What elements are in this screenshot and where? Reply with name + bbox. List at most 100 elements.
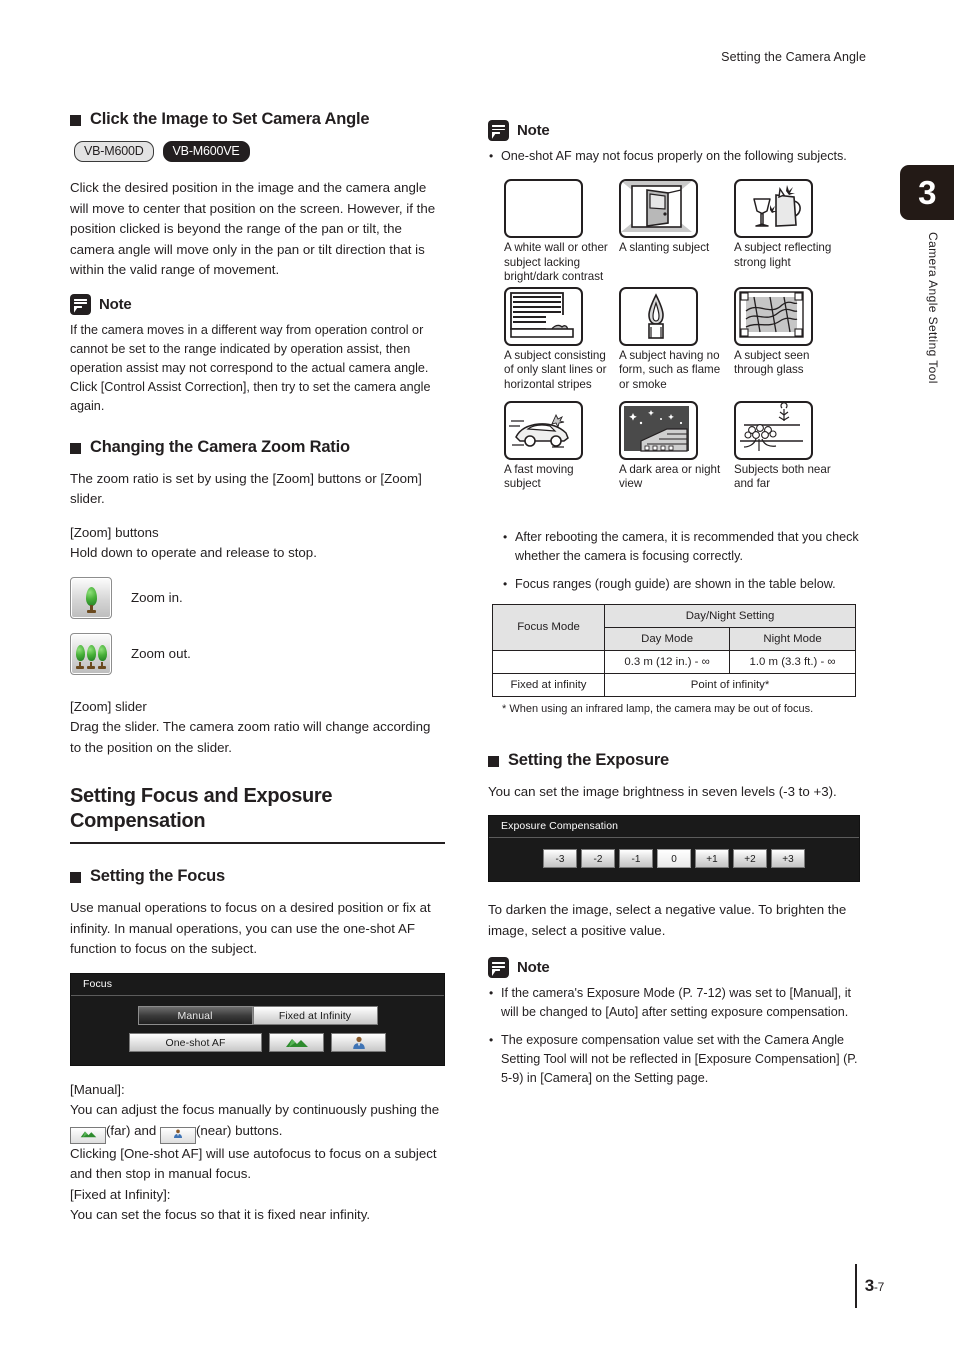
manual-explain-post: (near) buttons. xyxy=(195,1122,283,1138)
one-shot-af-explain: Clicking [One-shot AF] will use autofocu… xyxy=(70,1145,437,1182)
table-cell-day-range: 0.3 m (12 in.) - ∞ xyxy=(604,649,731,674)
zoom-slider-text: Drag the slider. The camera zoom ratio w… xyxy=(70,719,431,755)
zoom-in-label: Zoom in. xyxy=(131,590,183,606)
exposure-level-minus3[interactable]: -3 xyxy=(543,849,577,869)
sample-subject-grid: A white wall or other subject lacking br… xyxy=(504,179,863,492)
heading-text: Setting the Focus xyxy=(90,867,226,886)
through-glass-icon xyxy=(734,286,813,346)
exposure-level-plus2[interactable]: +2 xyxy=(733,849,767,869)
focus-far-button[interactable] xyxy=(269,1032,324,1052)
model-badges: VB-M600D VB-M600VE xyxy=(74,141,445,163)
sample-item: A subject having no form, such as flame … xyxy=(619,286,726,393)
zoom-out-label: Zoom out. xyxy=(131,646,191,662)
sample-caption: A slanting subject xyxy=(619,241,710,254)
focus-fixed-infinity-button[interactable]: Fixed at Infinity xyxy=(252,1005,378,1025)
exposure-panel: Exposure Compensation -3 -2 -1 0 +1 +2 +… xyxy=(488,815,860,883)
chapter-thumb-tab: 3 xyxy=(900,165,954,220)
exposure-level-plus1[interactable]: +1 xyxy=(695,849,729,869)
note-icon xyxy=(488,120,509,141)
table-cell-night-range: 1.0 m (3.3 ft.) - ∞ xyxy=(729,649,856,674)
sample-item: A slanting subject xyxy=(619,179,726,285)
focus-range-table: Focus Mode Day/Night Setting Day Mode Ni… xyxy=(491,603,856,697)
zoom-in-row: Zoom in. xyxy=(70,576,445,619)
page-section-title: Setting Focus and Exposure Compensation xyxy=(70,785,333,832)
slanting-door-icon xyxy=(619,179,698,238)
horizontal-stripes-icon xyxy=(504,286,583,346)
page-number-chapter: 3 xyxy=(864,1276,874,1295)
focus-panel-title: Focus xyxy=(71,974,444,996)
square-bullet-icon xyxy=(70,442,81,454)
exposure-level-zero[interactable]: 0 xyxy=(657,849,691,869)
inline-near-button-icon xyxy=(159,1126,196,1144)
manual-explain-pre: You can adjust the focus manually by con… xyxy=(70,1102,440,1118)
near-and-far-icon xyxy=(734,400,813,460)
flame-icon xyxy=(619,286,698,346)
table-row: 0.3 m (12 in.) - ∞ 1.0 m (3.3 ft.) - ∞ xyxy=(491,649,856,674)
exposure-level-plus3[interactable]: +3 xyxy=(771,849,805,869)
fixed-infinity-explain: You can set the focus so that it is fixe… xyxy=(70,1207,371,1223)
sample-caption: A fast moving subject xyxy=(504,462,574,491)
exposure-levels-row: -3 -2 -1 0 +1 +2 +3 xyxy=(489,838,859,881)
table-cell-mode xyxy=(491,649,606,674)
exposure-level-minus1[interactable]: -1 xyxy=(619,849,653,869)
table-footnote: * When using an infrared lamp, the camer… xyxy=(502,702,814,715)
heading-text: Changing the Camera Zoom Ratio xyxy=(90,437,350,456)
model-badge-vb-m600d: VB-M600D xyxy=(74,141,154,163)
exposure-level-minus2[interactable]: -2 xyxy=(581,849,615,869)
table-header-day-mode: Day Mode xyxy=(604,626,731,651)
focus-action-row: One-shot AF xyxy=(71,1032,444,1052)
right-column: Note One-shot AF may not focus properly … xyxy=(488,110,863,1088)
single-tree-icon xyxy=(85,586,97,613)
square-bullet-icon xyxy=(70,115,81,126)
table-header-focus-mode: Focus Mode xyxy=(491,603,606,651)
sample-caption: A white wall or other subject lacking br… xyxy=(504,241,608,284)
note-list-2: One-shot AF may not focus properly on th… xyxy=(488,147,863,166)
section3-body: Use manual operations to focus on a desi… xyxy=(70,900,431,957)
zoom-slider-label: [Zoom] slider xyxy=(70,698,147,714)
person-icon xyxy=(352,1036,365,1049)
section2-body: The zoom ratio is set by using the [Zoom… xyxy=(70,470,422,507)
focus-near-button[interactable] xyxy=(331,1032,386,1052)
zoom-buttons-text: Hold down to operate and release to stop… xyxy=(70,545,317,561)
sample-caption: A subject consisting of only slant lines… xyxy=(504,348,607,391)
table-cell-mode: Fixed at infinity xyxy=(491,672,606,697)
manual-explain-mid: (far) and xyxy=(106,1122,160,1138)
note-header-1: Note xyxy=(70,293,445,315)
sample-item: A subject seen through glass xyxy=(734,286,841,393)
glassware-reflection-icon xyxy=(734,179,813,238)
one-shot-af-button[interactable]: One-shot AF xyxy=(129,1032,262,1052)
square-bullet-icon xyxy=(70,872,81,884)
person-icon xyxy=(173,1129,182,1138)
title-rule xyxy=(70,842,445,845)
model-badge-vb-m600ve: VB-M600VE xyxy=(162,141,250,163)
list-item: Focus ranges (rough guide) are shown in … xyxy=(502,575,863,594)
note-title: Note xyxy=(99,295,132,313)
zoom-out-button[interactable] xyxy=(70,632,112,675)
exposure-body-2: To darken the image, select a negative v… xyxy=(488,902,847,938)
table-row: Fixed at infinity Point of infinity* xyxy=(491,672,856,697)
page-number: 3-7 xyxy=(864,1276,885,1296)
sample-caption: Subjects both near and far xyxy=(734,462,831,491)
inline-far-button-icon xyxy=(70,1126,106,1144)
sample-caption: A subject having no form, such as flame … xyxy=(619,348,721,391)
note-title: Note xyxy=(517,959,550,977)
heading-setting-exposure: Setting the Exposure xyxy=(488,751,863,770)
running-head: Setting the Camera Angle xyxy=(721,50,866,64)
square-bullet-icon xyxy=(488,755,499,767)
sample-caption: A dark area or night view xyxy=(619,462,721,491)
zoom-in-button[interactable] xyxy=(70,576,112,619)
three-trees-icon xyxy=(86,644,96,669)
page-number-page: 7 xyxy=(877,1280,885,1294)
table-header-night-mode: Night Mode xyxy=(729,626,856,651)
table-row: Focus Mode Day/Night Setting xyxy=(491,603,856,651)
sample-caption: A subject reflecting strong light xyxy=(734,241,832,269)
table-header-daynight: Day/Night Setting xyxy=(604,603,856,628)
three-trees-icon xyxy=(97,644,107,669)
focus-manual-button[interactable]: Manual xyxy=(137,1005,253,1025)
sample-item: Subjects both near and far xyxy=(734,400,841,492)
zoom-out-row: Zoom out. xyxy=(70,632,445,675)
note-header-3: Note xyxy=(488,957,863,979)
fixed-infinity-explain-label: [Fixed at Infinity]: xyxy=(70,1186,171,1202)
chapter-number: 3 xyxy=(918,174,936,211)
sample-item: A subject consisting of only slant lines… xyxy=(504,286,611,393)
